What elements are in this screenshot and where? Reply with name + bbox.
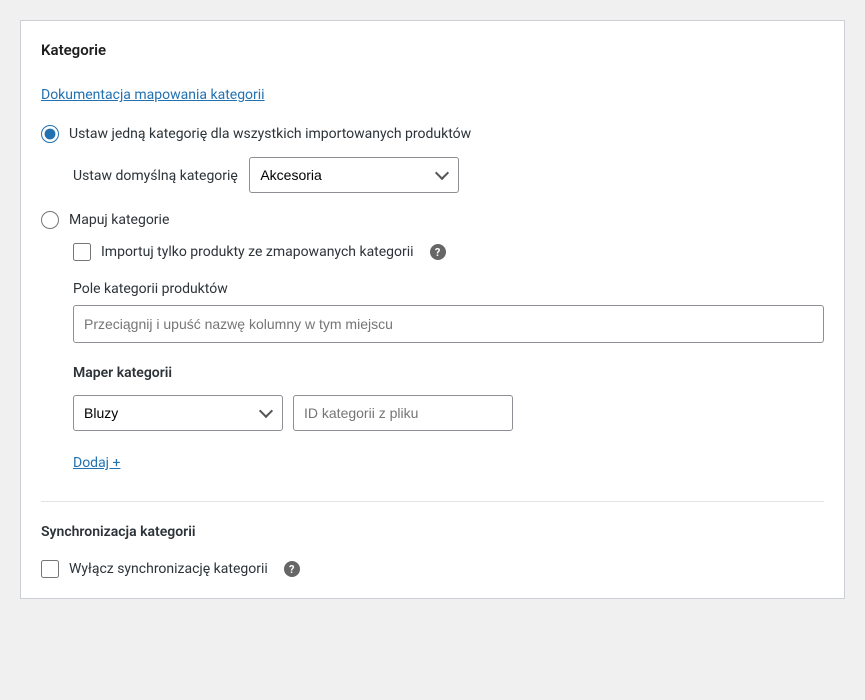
- product-category-drop-input[interactable]: [73, 305, 824, 343]
- help-icon[interactable]: ?: [430, 244, 446, 260]
- documentation-link[interactable]: Dokumentacja mapowania kategorii: [41, 87, 265, 103]
- default-category-label: Ustaw domyślną kategorię: [73, 168, 238, 184]
- option-single-category: Ustaw jedną kategorię dla wszystkich imp…: [41, 125, 824, 193]
- checkbox-import-only-mapped-label: Importuj tylko produkty ze zmapowanych k…: [101, 244, 414, 260]
- default-category-select[interactable]: Akcesoria: [249, 157, 459, 193]
- help-icon[interactable]: ?: [284, 561, 300, 577]
- categories-panel: Kategorie Dokumentacja mapowania kategor…: [20, 20, 845, 599]
- mapper-select-wrap: Bluzy: [73, 395, 283, 431]
- radio-single-category-label: Ustaw jedną kategorię dla wszystkich imp…: [69, 126, 471, 142]
- product-category-field-label: Pole kategorii produktów: [73, 281, 824, 297]
- radio-map-categories-label: Mapuj kategorie: [69, 212, 169, 228]
- panel-title: Kategorie: [41, 41, 824, 59]
- checkbox-disable-sync[interactable]: [41, 560, 59, 578]
- checkbox-disable-sync-label: Wyłącz synchronizację kategorii: [69, 561, 268, 577]
- default-category-select-wrap: Akcesoria: [249, 157, 459, 193]
- mapper-file-id-input[interactable]: [293, 395, 513, 431]
- radio-single-category[interactable]: [41, 125, 59, 143]
- section-divider: [41, 501, 824, 502]
- sync-section-title: Synchronizacja kategorii: [41, 524, 824, 540]
- option-map-categories: Mapuj kategorie Importuj tylko produkty …: [41, 211, 824, 471]
- radio-map-categories[interactable]: [41, 211, 59, 229]
- checkbox-import-only-mapped[interactable]: [73, 243, 91, 261]
- mapper-category-select[interactable]: Bluzy: [73, 395, 283, 431]
- add-mapping-link[interactable]: Dodaj +: [73, 455, 120, 471]
- mapper-label: Maper kategorii: [73, 365, 824, 381]
